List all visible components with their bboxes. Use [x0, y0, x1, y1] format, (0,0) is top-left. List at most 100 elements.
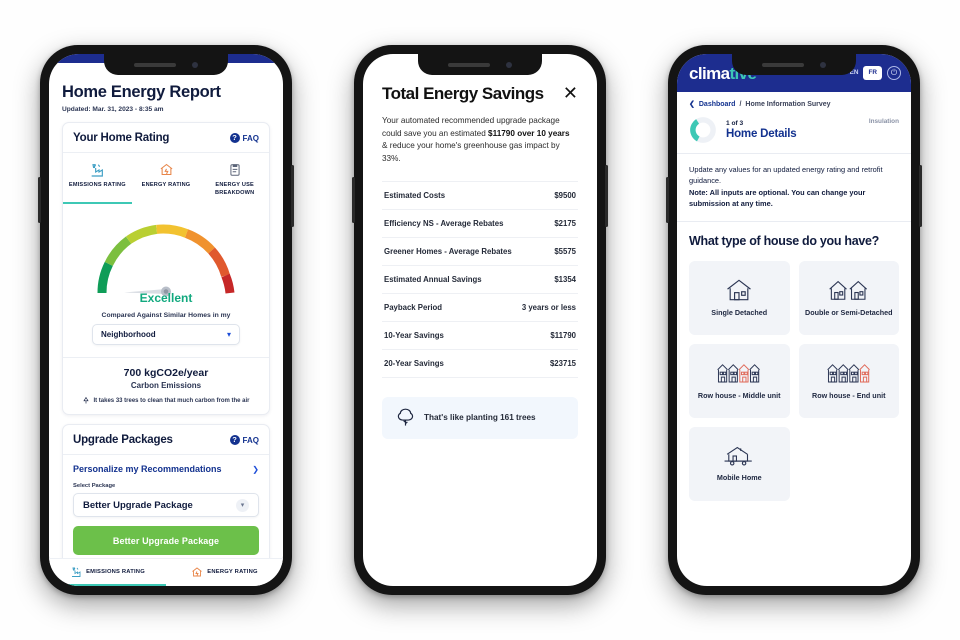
- row-value: $2175: [554, 218, 576, 228]
- phone-mockup-home-information-survey: climative EN FR ⏻ ❮ Dashboard / Home Inf…: [666, 45, 922, 595]
- bottom-nav-energy-label: ENERGY RATING: [207, 568, 258, 575]
- phone2-content: ✕ Total Energy Savings Your automated re…: [363, 54, 597, 439]
- option-single-detached[interactable]: Single Detached: [689, 260, 790, 335]
- phone1-screen: Home Energy Report Updated: Mar. 31, 202…: [49, 54, 283, 586]
- personalize-link-label: Personalize my Recommendations: [73, 464, 222, 475]
- house-energy-icon: [134, 159, 199, 180]
- bottom-nav-emissions-rating[interactable]: EMISSIONS RATING: [49, 559, 166, 586]
- row-label: 10-Year Savings: [384, 330, 444, 340]
- tab-energy-use-breakdown[interactable]: ENERGY USE BREAKDOWN: [200, 153, 269, 204]
- phone1-bottom-nav: EMISSIONS RATING ENERGY RATING: [49, 558, 283, 586]
- semi-detached-house-icon: [829, 281, 867, 300]
- row-label: Greener Homes - Average Rebates: [384, 246, 512, 256]
- front-camera: [506, 61, 512, 68]
- language-option-fr[interactable]: FR: [863, 65, 882, 81]
- instructions-block: Update any values for an updated energy …: [677, 154, 911, 221]
- tab-energy-use-breakdown-label: ENERGY USE BREAKDOWN: [214, 182, 255, 196]
- option-double-semi-detached[interactable]: Double or Semi-Detached: [798, 260, 899, 335]
- select-package-dropdown[interactable]: Better Upgrade Package ▾: [73, 493, 259, 518]
- speaker-grille: [762, 62, 804, 67]
- close-icon[interactable]: ✕: [563, 84, 578, 102]
- clipboard-icon: [202, 159, 267, 180]
- row-house-end-icon: [827, 364, 870, 383]
- phone-mockup-total-energy-savings: ✕ Total Energy Savings Your automated re…: [352, 45, 608, 595]
- personalize-recommendations-link[interactable]: Personalize my Recommendations ❯: [63, 455, 269, 476]
- screenshot-stage: Home Energy Report Updated: Mar. 31, 202…: [0, 0, 960, 640]
- house-energy-icon: [192, 566, 203, 576]
- updated-timestamp: Updated: Mar. 31, 2023 - 8:35 am: [62, 106, 164, 113]
- tab-energy-rating[interactable]: ENERGY RATING: [132, 153, 201, 204]
- row-value: $5575: [554, 246, 576, 256]
- savings-intro: Your automated recommended upgrade packa…: [382, 115, 578, 166]
- tab-emissions-rating[interactable]: EMISSIONS RATING: [63, 153, 132, 205]
- breadcrumb-current: Home Information Survey: [745, 100, 831, 108]
- tab-energy-rating-label: ENERGY RATING: [141, 182, 191, 188]
- modal-title: Total Energy Savings: [382, 84, 544, 103]
- phone-mockup-home-energy-report: Home Energy Report Updated: Mar. 31, 202…: [38, 45, 294, 595]
- row-value: 3 years or less: [521, 302, 576, 312]
- question-title: What type of house do you have?: [689, 233, 880, 248]
- row-label: Payback Period: [384, 302, 443, 312]
- bottom-nav-emissions-label: EMISSIONS RATING: [86, 568, 145, 575]
- instruction-line: Update any values for an updated energy …: [689, 165, 883, 186]
- option-row-house-middle[interactable]: Row house - Middle unit: [689, 343, 790, 418]
- faq-button-rating[interactable]: ? FAQ: [229, 133, 259, 143]
- rating-word: Excellent: [139, 291, 193, 306]
- table-row: Greener Homes - Average Rebates $5575: [382, 238, 578, 266]
- step-header: 1 of 3 Home Details Insulation: [677, 114, 911, 153]
- chevron-left-icon[interactable]: ❮: [689, 100, 695, 108]
- faq-button-upgrade[interactable]: ? FAQ: [229, 435, 259, 446]
- table-row: Estimated Costs $9500: [382, 180, 578, 210]
- step-title: Home Details: [726, 128, 797, 140]
- power-icon[interactable]: ⏻: [887, 66, 901, 80]
- better-upgrade-package-button-label: Better Upgrade Package: [112, 535, 220, 546]
- row-value: $1354: [554, 274, 576, 284]
- row-label: Estimated Costs: [384, 190, 446, 200]
- page-title: Home Energy Report: [62, 83, 221, 101]
- option-row-house-middle-label: Row house - Middle unit: [697, 391, 781, 401]
- bottom-nav-energy-rating[interactable]: ENERGY RATING: [166, 559, 283, 586]
- option-row-house-end-label: Row house - End unit: [812, 391, 886, 401]
- phone1-notch: [104, 54, 228, 75]
- carbon-emissions-block: 700 kgCO2e/year Carbon Emissions It take…: [63, 358, 269, 414]
- option-single-detached-label: Single Detached: [711, 308, 768, 318]
- savings-table: Estimated Costs $9500 Efficiency NS - Av…: [382, 180, 578, 378]
- tree-icon: [83, 396, 90, 404]
- front-camera: [820, 61, 826, 68]
- gauge-arc: [97, 224, 235, 297]
- rating-tabs: EMISSIONS RATING ENERGY RATING ENERGY US…: [63, 153, 269, 205]
- phone1-content: Home Energy Report Updated: Mar. 31, 202…: [49, 63, 283, 567]
- breadcrumb-dashboard-link[interactable]: Dashboard: [699, 101, 736, 108]
- row-value: $9500: [554, 190, 576, 200]
- phone2-notch: [418, 54, 542, 75]
- question-panel: What type of house do you have? Single D…: [677, 220, 911, 501]
- option-row-house-end[interactable]: Row house - End unit: [798, 343, 899, 418]
- emissions-factory-icon: [65, 159, 130, 180]
- carbon-emissions-note: It takes 33 trees to clean that much car…: [93, 397, 250, 404]
- breadcrumb: ❮ Dashboard / Home Information Survey: [677, 92, 911, 114]
- chevron-down-icon: ▾: [226, 330, 231, 340]
- table-row: 20-Year Savings $23715: [382, 350, 578, 378]
- faq-label: FAQ: [242, 133, 259, 143]
- tree-icon: [397, 408, 414, 426]
- front-camera: [192, 61, 198, 68]
- step-progress-ring: [689, 116, 717, 144]
- better-upgrade-package-button[interactable]: Better Upgrade Package: [73, 526, 259, 556]
- section-tag-insulation: Insulation: [868, 118, 899, 125]
- question-circle-icon: ?: [229, 133, 240, 143]
- comparison-scope-value: Neighborhood: [101, 330, 156, 340]
- chevron-right-icon: ❯: [252, 464, 259, 474]
- row-house-middle-icon: [717, 364, 761, 383]
- logo-text-part1: clima: [689, 63, 730, 83]
- option-mobile-home[interactable]: Mobile Home: [689, 426, 790, 501]
- table-row: 10-Year Savings $11790: [382, 322, 578, 350]
- single-house-icon: [727, 279, 752, 301]
- emissions-factory-icon: [72, 567, 81, 577]
- tree-equivalent-text: That's like planting 161 trees: [424, 413, 536, 423]
- comparison-scope-select[interactable]: Neighborhood ▾: [92, 324, 240, 346]
- row-value: $23715: [549, 358, 576, 368]
- row-label: 20-Year Savings: [384, 358, 444, 368]
- carbon-emissions-note-row: It takes 33 trees to clean that much car…: [69, 396, 263, 405]
- savings-intro-bold: $11790 over 10 years: [488, 128, 570, 138]
- step-count: 1 of 3: [726, 120, 744, 127]
